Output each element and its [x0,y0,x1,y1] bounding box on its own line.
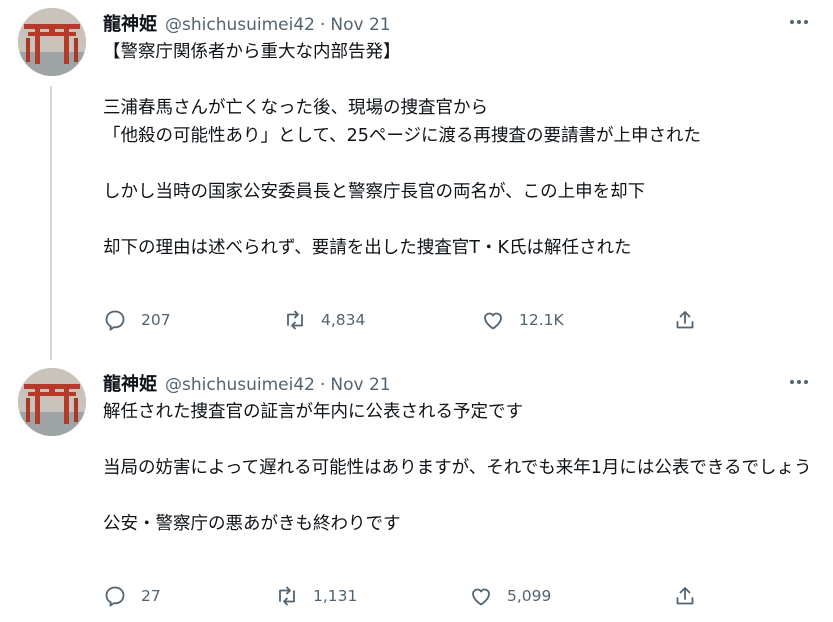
action-bar: 207 4,834 12.1K [103,308,703,338]
tweet-header: 龍神姫 @shichusuimei42 · Nov 21 [103,370,391,396]
tweet-paragraph: 却下の理由は述べられず、要請を出した捜査官T・K氏は解任された [103,238,632,258]
share-button[interactable] [673,584,697,608]
more-icon[interactable] [787,372,811,392]
tweet-text: 解任された捜査官の証言が年内に公表される予定です 当局の妨害によって遅れる可能性… [103,398,813,538]
tweet-header: 龍神姫 @shichusuimei42 · Nov 21 [103,10,391,36]
avatar[interactable] [18,8,86,76]
action-bar: 27 1,131 5,099 [103,584,703,614]
retweet-count: 1,131 [313,587,358,605]
display-name[interactable]: 龍神姫 [103,10,157,36]
user-handle[interactable]: @shichusuimei42 [165,15,315,35]
more-icon[interactable] [787,12,811,32]
retweet-button[interactable]: 1,131 [275,584,357,608]
tweet-2[interactable]: 龍神姫 @shichusuimei42 · Nov 21 解任された捜査官の証言… [0,360,833,622]
tweet-paragraph: 公安・警察庁の悪あがきも終わりです [103,514,401,534]
reply-count: 27 [141,587,161,605]
separator-dot: · [319,15,326,35]
retweet-count: 4,834 [321,311,366,329]
like-button[interactable]: 12.1K [481,308,564,332]
user-handle[interactable]: @shichusuimei42 [165,375,315,395]
separator-dot: · [319,375,326,395]
tweet-paragraph: 【警察庁関係者から重大な内部告発】 [103,42,401,62]
thread-line [50,86,52,360]
reply-button[interactable]: 207 [103,308,171,332]
tweet-paragraph: 解任された捜査官の証言が年内に公表される予定です [103,402,523,422]
tweet-date[interactable]: Nov 21 [330,15,390,35]
like-count: 5,099 [507,587,552,605]
heart-icon [484,312,502,330]
reply-icon [105,586,125,607]
share-icon [676,311,694,329]
like-button[interactable]: 5,099 [469,584,551,608]
tweet-paragraph: しかし当時の国家公安委員長と警察庁長官の両名が、この上申を却下 [103,182,646,202]
display-name[interactable]: 龍神姫 [103,370,157,396]
reply-count: 207 [141,311,171,329]
retweet-button[interactable]: 4,834 [283,308,365,332]
avatar[interactable] [18,368,86,436]
like-count: 12.1K [519,311,564,329]
tweet-paragraph: 三浦春馬さんが亡くなった後、現場の捜査官から 「他殺の可能性あり」として、25ペ… [103,98,702,146]
tweet-text: 【警察庁関係者から重大な内部告発】 三浦春馬さんが亡くなった後、現場の捜査官から… [103,38,813,262]
tweet-1[interactable]: 龍神姫 @shichusuimei42 · Nov 21 【警察庁関係者から重大… [0,0,833,360]
heart-icon [472,588,490,606]
tweet-date[interactable]: Nov 21 [330,375,390,395]
share-button[interactable] [673,308,697,332]
retweet-icon [279,586,295,606]
reply-icon [105,310,125,331]
retweet-icon [287,310,303,330]
reply-button[interactable]: 27 [103,584,161,608]
share-icon [676,587,694,605]
tweet-paragraph: 当局の妨害によって遅れる可能性はありますが、それでも来年1月には公表できるでしょ… [103,458,812,478]
